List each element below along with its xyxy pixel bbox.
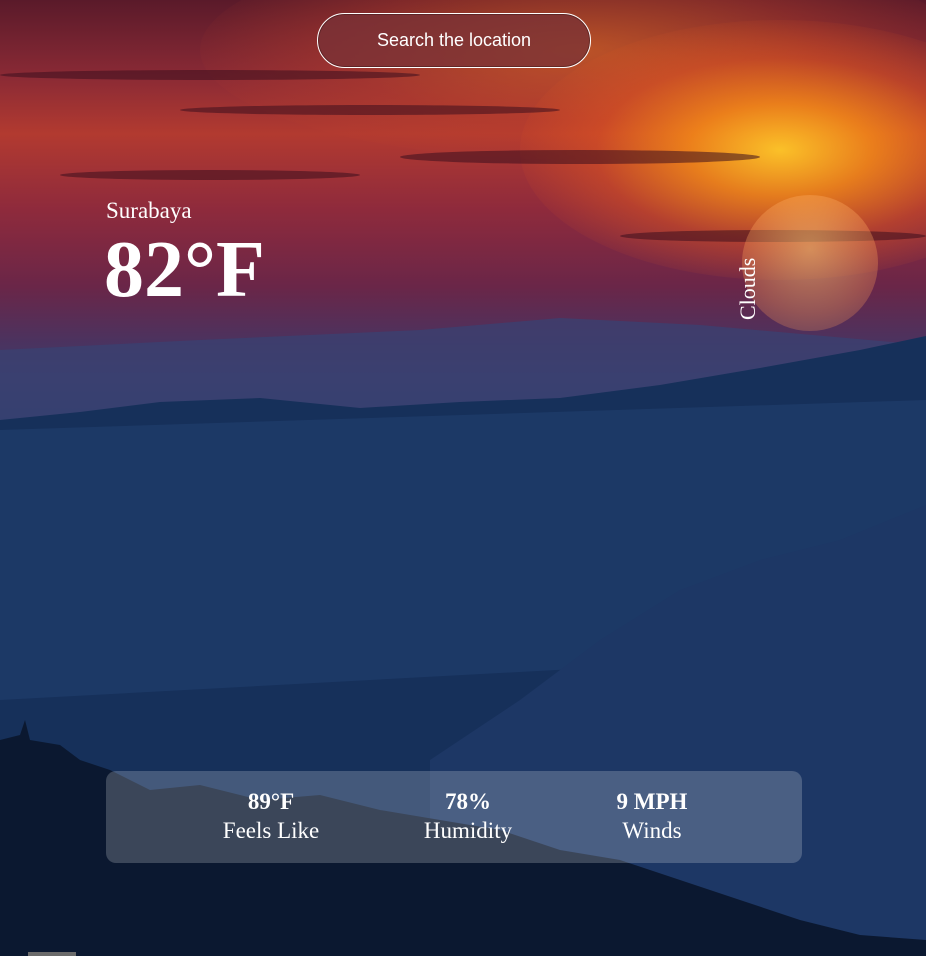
feels-like-label: Feels Like: [222, 818, 320, 843]
humidity-label: Humidity: [423, 818, 513, 843]
horizontal-scrollbar[interactable]: [28, 952, 76, 956]
current-temperature: 82°F: [104, 226, 265, 314]
humidity-value: 78%: [444, 789, 491, 814]
weather-stats-panel: 89°F Feels Like 78% Humidity 9 MPH Winds: [106, 771, 802, 863]
feels-like-stat: 89°F Feels Like: [223, 787, 319, 845]
winds-value: 9 MPH: [616, 789, 688, 814]
weather-condition: Clouds: [735, 257, 760, 320]
winds-label: Winds: [622, 818, 682, 843]
feels-like-value: 89°F: [247, 789, 295, 814]
city-name: Surabaya: [106, 198, 192, 223]
winds-stat: 9 MPH Winds: [617, 787, 688, 845]
search-location-input[interactable]: Search the location: [317, 13, 591, 68]
humidity-stat: 78% Humidity: [424, 787, 512, 845]
